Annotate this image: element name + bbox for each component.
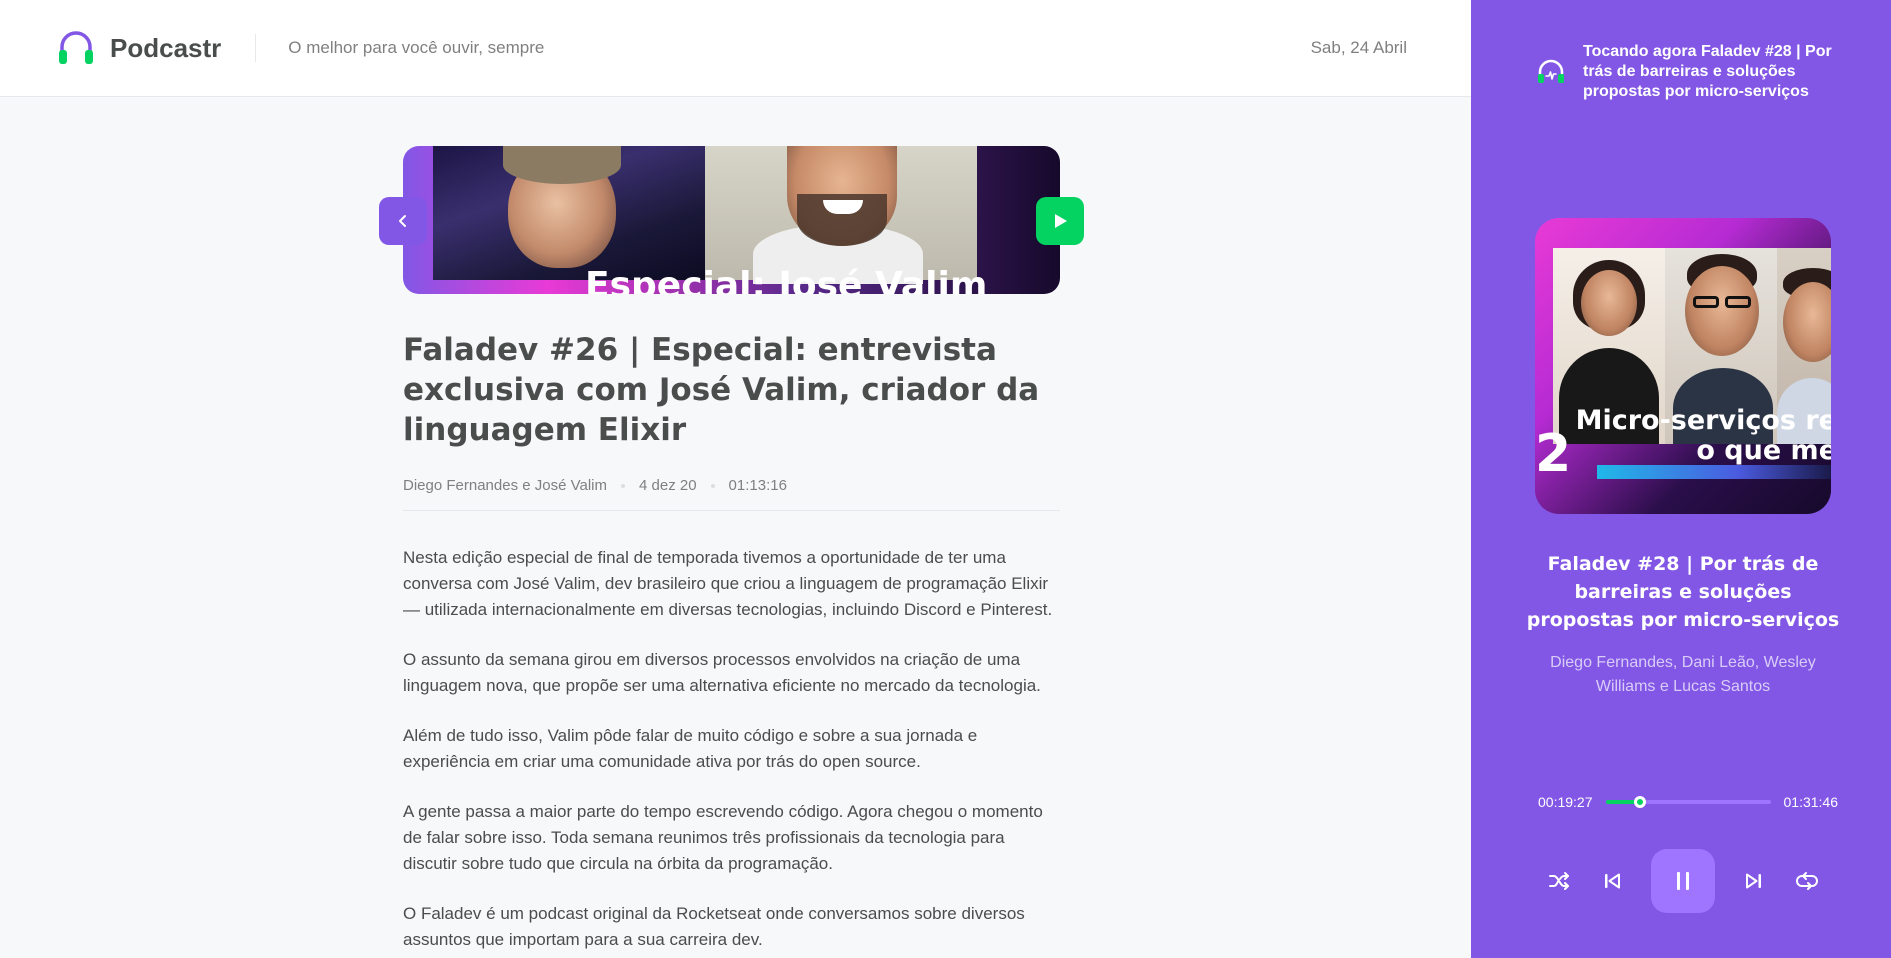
play-episode-button[interactable]	[1036, 197, 1084, 245]
playing-headphones-icon	[1538, 59, 1564, 83]
meta-separator	[621, 484, 625, 488]
episode-meta: Diego Fernandes e José Valim 4 dez 20 01…	[403, 477, 1060, 511]
current-time: 00:19:27	[1538, 794, 1593, 810]
now-playing-header: Tocando agora Faladev #28 | Por trás de …	[1535, 42, 1835, 102]
description-paragraph: O Faladev é um podcast original da Rocke…	[403, 904, 1025, 949]
cover-caption-line: Micro-serviços re	[1575, 405, 1831, 436]
description-paragraph: Além de tudo isso, Valim pôde falar de m…	[403, 726, 978, 771]
header-divider	[255, 34, 257, 62]
app-header: Podcastr O melhor para você ouvir, sempr…	[0, 0, 1471, 97]
episode-thumbnail: Especial: José Valim	[403, 146, 1060, 294]
shuffle-button[interactable]	[1545, 867, 1573, 895]
thumbnail-guest-right	[705, 146, 977, 284]
meta-separator	[710, 484, 715, 488]
current-date: Sab, 24 Abril	[1310, 38, 1407, 57]
player-cover-art: 2 Micro-serviços re o que me	[1535, 218, 1831, 514]
total-time: 01:31:46	[1783, 794, 1839, 810]
player-controls	[1535, 849, 1831, 913]
back-button[interactable]	[379, 197, 427, 245]
progress-slider[interactable]	[1605, 796, 1771, 808]
progress-handle[interactable]	[1634, 796, 1647, 808]
app-logo[interactable]: Podcastr	[56, 28, 221, 68]
next-button[interactable]	[1740, 867, 1768, 895]
episode-published-at: 4 dez 20	[639, 477, 697, 494]
thumbnail-guest-left	[433, 146, 705, 280]
cover-number: 2	[1535, 424, 1572, 484]
description-paragraph: Nesta edição especial de final de tempor…	[403, 548, 1053, 619]
pause-button[interactable]	[1651, 849, 1715, 913]
episode-duration: 01:13:16	[728, 477, 787, 494]
thumbnail-caption: Especial: José Valim	[585, 265, 988, 295]
play-icon	[1055, 214, 1067, 228]
repeat-button[interactable]	[1793, 867, 1821, 895]
episode-members: Diego Fernandes e José Valim	[403, 477, 607, 494]
shuffle-icon	[1549, 872, 1569, 890]
cover-caption-line: o que me	[1696, 435, 1831, 466]
cover-decoration-bar	[1597, 465, 1831, 479]
headphones-logo-icon	[59, 31, 93, 64]
player-sidebar: Tocando agora Faladev #28 | Por trás de …	[1471, 0, 1891, 958]
app-tagline: O melhor para você ouvir, sempre	[288, 38, 545, 57]
cover-caption: Micro-serviços re o que me	[1576, 406, 1831, 466]
player-episode-title: Faladev #28 | Por trás de barreiras e so…	[1526, 553, 1840, 631]
repeat-icon	[1796, 872, 1818, 890]
description-paragraph: O assunto da semana girou em diversos pr…	[403, 650, 1041, 695]
now-playing-text: Tocando agora Faladev #28 | Por trás de …	[1583, 43, 1832, 100]
player-progress: 00:19:27 01:31:46	[1538, 792, 1838, 812]
previous-button[interactable]	[1598, 867, 1626, 895]
description-paragraph: A gente passa a maior parte do tempo esc…	[403, 802, 1043, 873]
chevron-left-icon	[399, 215, 406, 227]
skip-previous-icon	[1605, 873, 1620, 889]
skip-next-icon	[1746, 873, 1761, 889]
episode-description: Nesta edição especial de final de tempor…	[403, 545, 1060, 958]
episode-page: Especial: José Valim Faladev #26 | Espec…	[0, 97, 1471, 958]
episode-title: Faladev #26 | Especial: entrevista exclu…	[403, 332, 1040, 448]
pause-icon	[1677, 872, 1689, 890]
episode-thumbnail-container: Especial: José Valim	[379, 146, 1084, 294]
app-name: Podcastr	[110, 32, 222, 63]
player-episode-members: Diego Fernandes, Dani Leão, Wesley Willi…	[1550, 654, 1816, 695]
